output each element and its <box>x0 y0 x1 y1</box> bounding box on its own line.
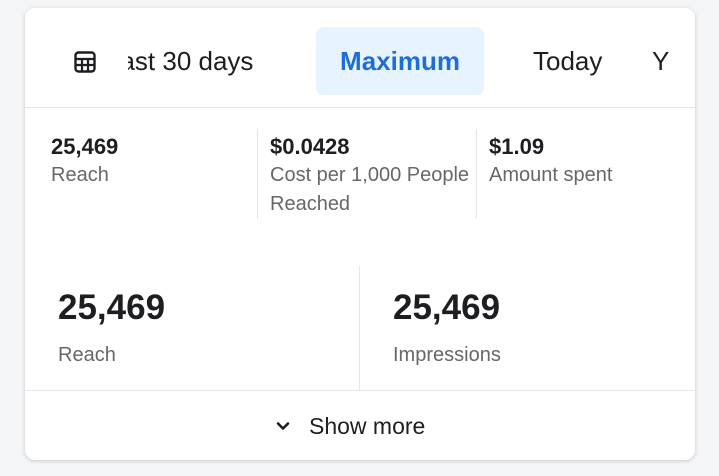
metric-value: 25,469 <box>58 288 166 327</box>
tab-label: Last 30 days <box>128 46 254 76</box>
summary-amount-spent: $1.09 Amount spent <box>489 108 689 190</box>
metric-value: $0.0428 <box>270 134 350 159</box>
tab-today[interactable]: Today <box>533 27 602 95</box>
tab-label: Y <box>652 46 670 76</box>
chevron-down-icon <box>276 422 290 430</box>
metric-value: 25,469 <box>393 288 501 327</box>
metric-tile-reach[interactable]: 25,469 Reach <box>58 286 338 368</box>
tab-label: Today <box>533 46 603 76</box>
show-more-label: Show more <box>309 413 426 439</box>
tab-last-30-days[interactable]: Last 30 days <box>128 27 328 95</box>
metric-tile-impressions[interactable]: 25,469 Impressions <box>393 286 673 368</box>
metric-value: 25,469 <box>51 134 119 159</box>
summary-cost-per-1000: $0.0428 Cost per 1,000 People Reached <box>270 108 470 219</box>
calendar-grid-icon[interactable] <box>74 51 96 73</box>
card-footer: Show more <box>25 390 695 460</box>
metric-label: Amount spent <box>489 164 613 186</box>
insights-card: Last 30 days Maximum Today Y 25,469 Reac… <box>25 8 695 460</box>
date-range-tabs: Last 30 days Maximum Today Y <box>25 8 695 108</box>
metric-value: $1.09 <box>489 134 545 159</box>
metric-label: Reach <box>58 344 116 366</box>
summary-reach: 25,469 Reach <box>51 108 251 190</box>
metric-label: Cost per 1,000 People Reached <box>270 164 470 215</box>
tab-label: Maximum <box>340 46 460 76</box>
divider <box>257 129 258 219</box>
metric-label: Reach <box>51 164 109 186</box>
summary-metrics: 25,469 Reach $0.0428 Cost per 1,000 Peop… <box>25 108 695 228</box>
tab-next-partial[interactable]: Y <box>652 27 669 95</box>
show-more-button[interactable]: Show more <box>275 391 425 460</box>
divider <box>476 129 477 219</box>
tab-maximum[interactable]: Maximum <box>316 27 484 95</box>
divider <box>359 266 360 390</box>
metric-label: Impressions <box>393 344 501 366</box>
